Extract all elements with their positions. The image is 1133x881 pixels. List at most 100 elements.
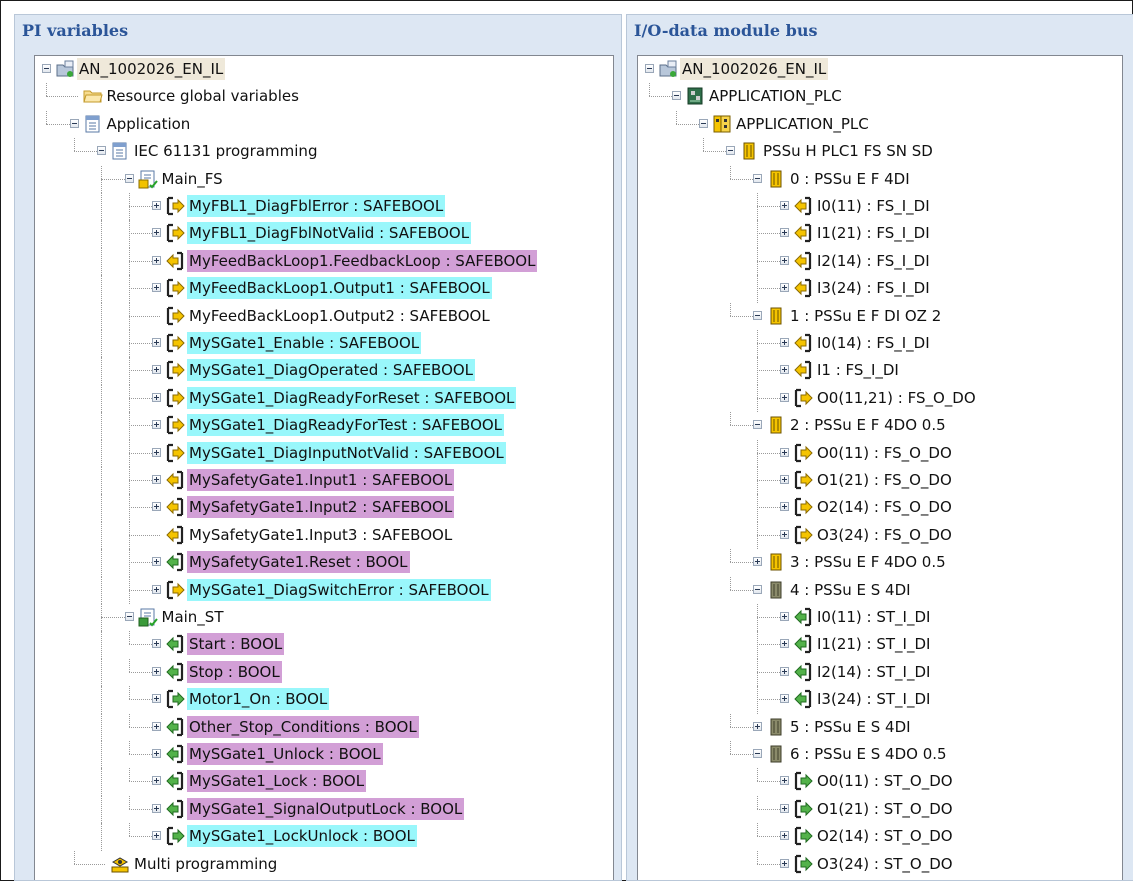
expand-button[interactable] bbox=[152, 255, 161, 265]
expand-button[interactable] bbox=[780, 776, 789, 786]
collapse-button[interactable] bbox=[726, 146, 735, 156]
expand-button[interactable] bbox=[780, 666, 789, 676]
expand-button[interactable] bbox=[152, 721, 161, 731]
collapse-button[interactable] bbox=[42, 64, 51, 73]
expand-button[interactable] bbox=[780, 365, 789, 375]
expand-button[interactable] bbox=[152, 557, 161, 567]
tree-item-label[interactable]: MySafetyGate1.Input1 : SAFEBOOL bbox=[187, 469, 455, 491]
io-bus-tree-row[interactable]: 6 : PSSu E S 4DO 0.5 bbox=[638, 741, 1122, 768]
expand-button[interactable] bbox=[780, 283, 789, 293]
tree-item-label[interactable]: I2(14) : FS_I_DI bbox=[815, 250, 932, 272]
collapse-button[interactable] bbox=[672, 91, 681, 101]
io-bus-tree-row[interactable]: O2(14) : FS_O_DO bbox=[638, 494, 1122, 522]
io-bus-tree-row[interactable]: APPLICATION_PLC bbox=[638, 110, 1122, 138]
io-bus-tree-row[interactable]: I0(11) : ST_I_DI bbox=[638, 604, 1122, 632]
tree-item-label[interactable]: PSSu H PLC1 FS SN SD bbox=[761, 140, 935, 162]
tree-item-label[interactable]: I3(24) : FS_I_DI bbox=[815, 277, 932, 299]
expand-button[interactable] bbox=[152, 365, 161, 375]
tree-item-label[interactable]: 2 : PSSu E F 4DO 0.5 bbox=[788, 414, 948, 436]
io-bus-tree-row[interactable]: 4 : PSSu E S 4DI bbox=[638, 576, 1122, 604]
pi-variables-tree-row[interactable]: MySGate1_Lock : BOOL bbox=[35, 768, 613, 796]
expand-button[interactable] bbox=[152, 228, 161, 238]
pi-variables-tree-row[interactable]: MyFBL1_DiagFblNotValid : SAFEBOOL bbox=[35, 220, 613, 248]
tree-item-label[interactable]: MyFBL1_DiagFblError : SAFEBOOL bbox=[187, 195, 446, 217]
io-bus-tree-row[interactable]: O0(11) : ST_O_DO bbox=[638, 768, 1122, 795]
collapse-button[interactable] bbox=[124, 612, 134, 621]
pi-variables-tree-row[interactable]: Motor1_On : BOOL bbox=[35, 686, 613, 714]
pi-variables-tree-row[interactable]: MyFeedBackLoop1.Output2 : SAFEBOOL bbox=[35, 302, 613, 330]
tree-item-label[interactable]: Resource global variables bbox=[105, 85, 301, 107]
collapse-button[interactable] bbox=[97, 146, 106, 156]
tree-item-label[interactable]: MySGate1_Lock : BOOL bbox=[187, 770, 367, 793]
collapse-button[interactable] bbox=[753, 310, 762, 320]
io-bus-tree-row[interactable]: I1(21) : ST_I_DI bbox=[638, 631, 1122, 659]
tree-item-label[interactable]: MySGate1_DiagSwitchError : SAFEBOOL bbox=[187, 578, 491, 601]
pi-variables-tree-row[interactable]: AN_1002026_EN_IL bbox=[35, 56, 613, 83]
expand-button[interactable] bbox=[780, 201, 789, 210]
expand-button[interactable] bbox=[152, 392, 161, 402]
tree-item-label[interactable]: AN_1002026_EN_IL bbox=[77, 58, 226, 80]
pi-variables-tree-row[interactable]: MySGate1_DiagReadyForTest : SAFEBOOL bbox=[35, 412, 613, 440]
pi-variables-tree-row[interactable]: MyFeedBackLoop1.Output1 : SAFEBOOL bbox=[35, 275, 613, 303]
tree-item-label[interactable]: MySGate1_LockUnlock : BOOL bbox=[187, 825, 417, 848]
io-bus-tree-row[interactable]: 1 : PSSu E F DI OZ 2 bbox=[638, 302, 1122, 330]
collapse-button[interactable] bbox=[124, 173, 134, 183]
tree-item-label[interactable]: I1(21) : ST_I_DI bbox=[815, 633, 932, 655]
pi-variables-tree-row[interactable]: IEC 61131 programming bbox=[35, 138, 613, 165]
tree-item-label[interactable]: O3(24) : FS_O_DO bbox=[815, 524, 954, 546]
pi-variables-tree-row[interactable]: MySafetyGate1.Reset : BOOL bbox=[35, 549, 613, 577]
expand-button[interactable] bbox=[753, 721, 762, 731]
tree-item-label[interactable]: O0(11,21) : FS_O_DO bbox=[815, 387, 978, 409]
tree-item-label[interactable]: O1(21) : ST_O_DO bbox=[815, 798, 955, 820]
expand-button[interactable] bbox=[152, 694, 161, 704]
io-bus-tree-row[interactable]: 5 : PSSu E S 4DI bbox=[638, 713, 1122, 741]
collapse-button[interactable] bbox=[699, 118, 708, 128]
tree-item-label[interactable]: MyFeedBackLoop1.FeedbackLoop : SAFEBOOL bbox=[187, 249, 538, 272]
pi-variables-tree-row[interactable]: MySafetyGate1.Input1 : SAFEBOOL bbox=[35, 467, 613, 495]
tree-item-label[interactable]: MySGate1_DiagReadyForTest : SAFEBOOL bbox=[187, 414, 505, 437]
pi-variables-tree-row[interactable]: MyFeedBackLoop1.FeedbackLoop : SAFEBOOL bbox=[35, 247, 613, 276]
collapse-button[interactable] bbox=[645, 64, 654, 73]
pi-variables-tree-row[interactable]: MySafetyGate1.Input2 : SAFEBOOL bbox=[35, 494, 613, 522]
expand-button[interactable] bbox=[780, 858, 789, 868]
pi-variables-tree-row[interactable]: Stop : BOOL bbox=[35, 658, 613, 687]
tree-item-label[interactable]: O2(14) : ST_O_DO bbox=[815, 825, 955, 847]
tree-item-label[interactable]: Stop : BOOL bbox=[187, 660, 282, 683]
io-bus-tree-row[interactable]: I2(14) : ST_I_DI bbox=[638, 658, 1122, 687]
tree-item-label[interactable]: Multi programming bbox=[132, 853, 279, 875]
tree-item-label[interactable]: Motor1_On : BOOL bbox=[187, 688, 330, 711]
expand-button[interactable] bbox=[152, 639, 161, 649]
tree-item-label[interactable]: I1(21) : FS_I_DI bbox=[815, 222, 932, 244]
io-bus-tree-row[interactable]: APPLICATION_PLC bbox=[638, 83, 1122, 110]
expand-button[interactable] bbox=[152, 666, 161, 676]
expand-button[interactable] bbox=[152, 803, 161, 813]
expand-button[interactable] bbox=[152, 502, 161, 512]
expand-button[interactable] bbox=[780, 392, 789, 402]
expand-button[interactable] bbox=[152, 831, 161, 841]
io-bus-tree-row[interactable]: I2(14) : FS_I_DI bbox=[638, 247, 1122, 276]
tree-item-label[interactable]: MyFeedBackLoop1.Output2 : SAFEBOOL bbox=[187, 305, 492, 327]
io-bus-tree-row[interactable]: 2 : PSSu E F 4DO 0.5 bbox=[638, 412, 1122, 439]
expand-button[interactable] bbox=[152, 776, 161, 786]
tree-item-label[interactable]: O1(21) : FS_O_DO bbox=[815, 469, 954, 491]
tree-item-label[interactable]: MySafetyGate1.Input2 : SAFEBOOL bbox=[187, 496, 455, 519]
pi-variables-tree-row[interactable]: MySGate1_DiagInputNotValid : SAFEBOOL bbox=[35, 439, 613, 467]
expand-button[interactable] bbox=[780, 803, 789, 813]
io-bus-tree-row[interactable]: O0(11) : FS_O_DO bbox=[638, 439, 1122, 467]
tree-item-label[interactable]: 3 : PSSu E F 4DO 0.5 bbox=[788, 551, 948, 573]
tree-item-label[interactable]: Main_ST bbox=[160, 606, 226, 628]
pi-variables-tree-row[interactable]: Application bbox=[35, 110, 613, 138]
io-bus-tree-row[interactable]: AN_1002026_EN_IL bbox=[638, 56, 1122, 83]
expand-button[interactable] bbox=[780, 447, 789, 457]
expand-button[interactable] bbox=[152, 475, 161, 484]
io-bus-tree-row[interactable]: O3(24) : FS_O_DO bbox=[638, 521, 1122, 550]
io-bus-tree-row[interactable]: O3(24) : ST_O_DO bbox=[638, 850, 1122, 878]
pi-variables-tree-row[interactable]: Resource global variables bbox=[35, 83, 613, 110]
pi-variables-tree-row[interactable]: Main_FS bbox=[35, 165, 613, 193]
expand-button[interactable] bbox=[152, 447, 161, 457]
tree-item-label[interactable]: I1 : FS_I_DI bbox=[815, 359, 901, 381]
pi-variables-tree-row[interactable]: MySGate1_DiagReadyForReset : SAFEBOOL bbox=[35, 384, 613, 413]
pi-variables-tree-row[interactable]: Start : BOOL bbox=[35, 631, 613, 659]
io-bus-tree-row[interactable]: I3(24) : ST_I_DI bbox=[638, 686, 1122, 714]
tree-item-label[interactable]: Start : BOOL bbox=[187, 633, 285, 656]
